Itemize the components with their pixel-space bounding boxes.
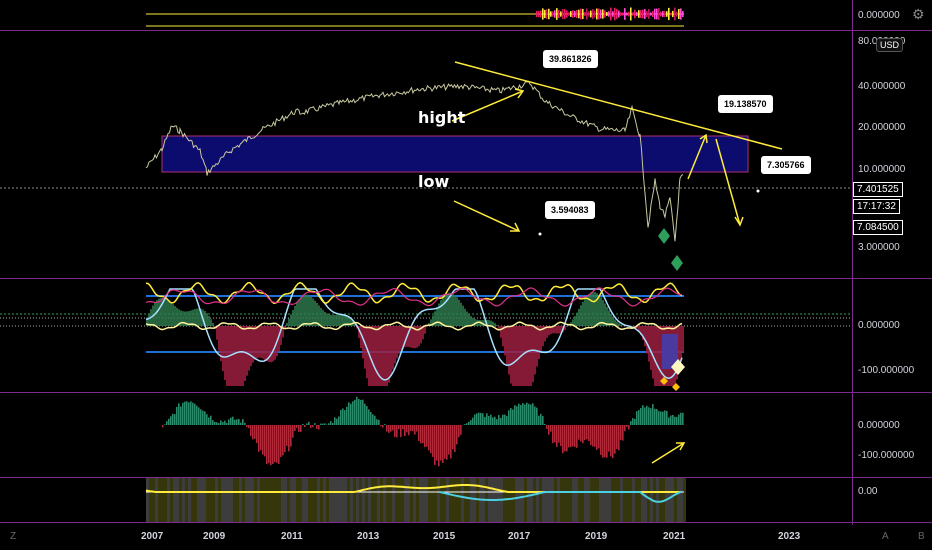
time-label: 2023 — [778, 531, 801, 542]
main-price-pane[interactable] — [0, 31, 852, 278]
buy-diamond — [658, 228, 670, 244]
time-label: 2007 — [141, 531, 164, 542]
callout-target[interactable]: 19.138570 — [718, 95, 773, 113]
currency-button[interactable]: USD — [876, 38, 904, 52]
settings-gear-icon[interactable]: ⚙ — [912, 6, 925, 23]
auto-scale-button[interactable]: A — [882, 531, 889, 542]
volume-pane[interactable] — [0, 0, 852, 30]
osc2-histogram — [162, 396, 684, 467]
time-label: 2021 — [663, 531, 686, 542]
osc1-tick-0: 0.000000 — [858, 320, 900, 331]
callout-right[interactable]: 7.305766 — [761, 156, 811, 174]
price-tick-20: 20.000000 — [858, 122, 906, 133]
osc1-tick-neg100: -100.000000 — [858, 365, 915, 376]
price-tick-10: 10.000000 — [858, 164, 906, 175]
osc2-tick-neg100: -100.000000 — [858, 450, 915, 461]
callout-low[interactable]: 3.594083 — [545, 201, 595, 219]
osc1-svg — [0, 281, 852, 391]
osc3-tick-0: 0.00 — [858, 486, 878, 497]
callout-peak[interactable]: 39.861826 — [543, 50, 598, 68]
timezone-button[interactable]: Z — [10, 531, 16, 542]
osc3-svg — [145, 478, 686, 522]
time-label: 2017 — [508, 531, 531, 542]
osc2-svg — [162, 396, 686, 467]
price-scale-border — [852, 0, 853, 525]
time-label: 2019 — [585, 531, 608, 542]
time-label: 2011 — [281, 531, 303, 542]
demand-zone[interactable] — [161, 135, 749, 173]
volume-pane-svg — [146, 7, 684, 27]
price-tick-3: 3.000000 — [858, 242, 900, 253]
time-label: 2013 — [357, 531, 380, 542]
time-label: 2015 — [433, 531, 456, 542]
annotation-low[interactable]: low — [418, 172, 449, 191]
oscillator-pane-2[interactable] — [0, 393, 852, 477]
low-price-label: 7.084500 — [853, 220, 903, 235]
countdown-label: 17:17:32 — [853, 199, 900, 214]
price-tick-40: 40.000000 — [858, 81, 906, 92]
annotation-hight[interactable]: hight — [418, 108, 465, 127]
oscillator-pane-3[interactable] — [0, 478, 852, 522]
pane-separator[interactable] — [0, 522, 932, 523]
top-pane-value: 0.000000 — [858, 10, 900, 21]
osc2-tick-0: 0.000000 — [858, 420, 900, 431]
buy-diamond-2 — [671, 255, 683, 271]
osc1-histogram — [146, 291, 684, 386]
osc3-background — [146, 478, 686, 522]
time-label: 2009 — [203, 531, 226, 542]
oscillator-pane-1[interactable] — [0, 279, 852, 392]
log-scale-button[interactable]: B — [918, 531, 925, 542]
main-chart-svg — [0, 61, 852, 271]
current-price-label: 7.401525 — [853, 182, 903, 197]
